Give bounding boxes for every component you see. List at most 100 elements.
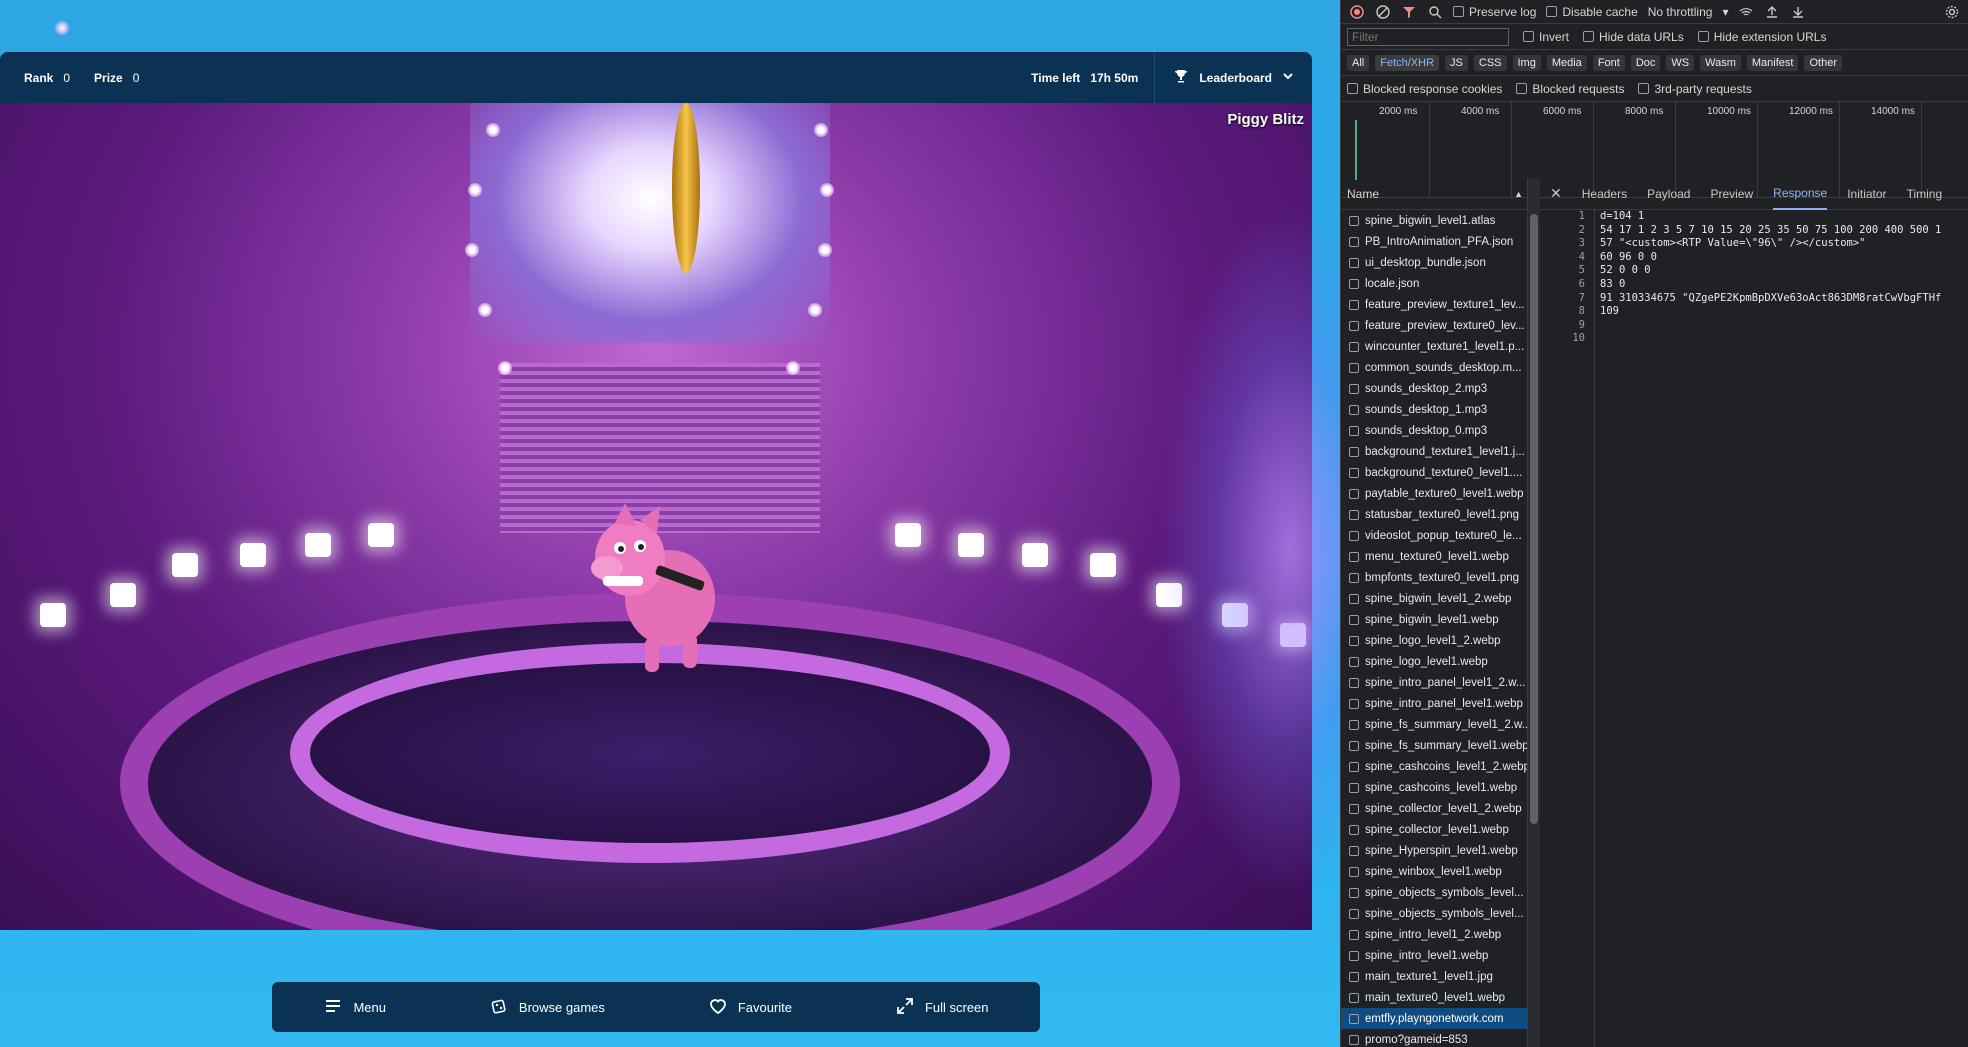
- type-filter-wasm[interactable]: Wasm: [1700, 54, 1741, 71]
- name-column-header[interactable]: Name ▲: [1341, 178, 1527, 210]
- type-filter-js[interactable]: JS: [1445, 54, 1468, 71]
- game-canvas[interactable]: Piggy Blitz: [0, 103, 1312, 930]
- request-row[interactable]: locale.json: [1341, 273, 1527, 294]
- request-row[interactable]: sounds_desktop_2.mp3: [1341, 378, 1527, 399]
- network-conditions-icon[interactable]: [1738, 4, 1754, 20]
- request-row[interactable]: spine_collector_level1.webp: [1341, 819, 1527, 840]
- timeline-tick-label: 10000 ms: [1707, 106, 1751, 117]
- request-row[interactable]: main_texture0_level1.webp: [1341, 987, 1527, 1008]
- stage-spotlight: [958, 533, 984, 557]
- tab-response[interactable]: Response: [1773, 178, 1828, 210]
- request-row[interactable]: menu_texture0_level1.webp: [1341, 546, 1527, 567]
- throttling-select[interactable]: No throttling ▾: [1648, 5, 1729, 19]
- type-filter-fetch-xhr[interactable]: Fetch/XHR: [1375, 54, 1440, 71]
- request-row[interactable]: spine_collector_level1_2.webp: [1341, 798, 1527, 819]
- fullscreen-button[interactable]: Full screen: [895, 996, 989, 1019]
- request-row[interactable]: spine_bigwin_level1.atlas: [1341, 210, 1527, 231]
- type-filter-all[interactable]: All: [1347, 54, 1370, 71]
- time-left-label: Time left: [1031, 70, 1081, 85]
- request-row[interactable]: background_texture1_level1.j...: [1341, 441, 1527, 462]
- request-list-scrollbar[interactable]: [1528, 178, 1540, 1047]
- filter-input[interactable]: [1347, 27, 1509, 46]
- blocked-response-cookies-checkbox[interactable]: Blocked response cookies: [1347, 82, 1502, 96]
- browse-games-button[interactable]: Browse games: [489, 996, 605, 1019]
- disable-cache-checkbox[interactable]: Disable cache: [1546, 5, 1638, 19]
- request-row[interactable]: spine_fs_summary_level1.webp: [1341, 735, 1527, 756]
- preserve-log-checkbox[interactable]: Preserve log: [1453, 5, 1536, 19]
- request-row[interactable]: bmpfonts_texture0_level1.png: [1341, 567, 1527, 588]
- request-list: spine_bigwin_level1.atlas PB_IntroAnimati…: [1341, 210, 1527, 1047]
- filter-funnel-icon[interactable]: [1401, 4, 1417, 20]
- response-viewer[interactable]: 1 2 3 4 5 6 7 8 9 10 d=104 1 54 17 1 2 3 5 7 10 15…: [1540, 210, 1968, 1047]
- line-number: 4: [1578, 250, 1585, 263]
- request-row[interactable]: spine_logo_level1_2.webp: [1341, 630, 1527, 651]
- close-icon[interactable]: ✕: [1550, 185, 1562, 202]
- invert-checkbox[interactable]: Invert: [1523, 30, 1569, 44]
- type-filter-media[interactable]: Media: [1546, 54, 1587, 71]
- request-row[interactable]: spine_Hyperspin_level1.webp: [1341, 840, 1527, 861]
- type-filter-other[interactable]: Other: [1804, 54, 1842, 71]
- response-line: 91 310334675 "QZgePE2KpmBpDXVe63oAct863D…: [1600, 291, 1942, 304]
- leaderboard-button[interactable]: Leaderboard: [1154, 52, 1312, 103]
- tab-headers[interactable]: Headers: [1582, 178, 1627, 210]
- record-stop-icon[interactable]: [1349, 4, 1365, 20]
- tab-timing[interactable]: Timing: [1907, 178, 1943, 210]
- request-row[interactable]: spine_intro_panel_level1.webp: [1341, 693, 1527, 714]
- menu-button[interactable]: Menu: [323, 996, 386, 1019]
- request-row[interactable]: common_sounds_desktop.m...: [1341, 357, 1527, 378]
- blocked-requests-checkbox[interactable]: Blocked requests: [1516, 82, 1624, 96]
- request-row[interactable]: spine_cashcoins_level1_2.webp: [1341, 756, 1527, 777]
- request-row[interactable]: feature_preview_texture1_lev...: [1341, 294, 1527, 315]
- type-filter-font[interactable]: Font: [1592, 54, 1625, 71]
- search-icon[interactable]: [1427, 4, 1443, 20]
- rank-stat: Rank 0: [24, 71, 70, 85]
- download-icon[interactable]: [1790, 4, 1806, 20]
- request-row[interactable]: sounds_desktop_1.mp3: [1341, 399, 1527, 420]
- type-filter-doc[interactable]: Doc: [1630, 54, 1661, 71]
- request-row[interactable]: spine_bigwin_level1_2.webp: [1341, 588, 1527, 609]
- request-row[interactable]: wincounter_texture1_level1.p...: [1341, 336, 1527, 357]
- checkbox-box: [1349, 362, 1359, 373]
- request-row[interactable]: promo?gameid=853: [1341, 1029, 1527, 1047]
- request-row[interactable]: feature_preview_texture0_lev...: [1341, 315, 1527, 336]
- light-bulb: [465, 243, 479, 257]
- type-filter-ws[interactable]: WS: [1666, 54, 1695, 71]
- upload-icon[interactable]: [1764, 4, 1780, 20]
- request-row[interactable]: ui_desktop_bundle.json: [1341, 252, 1527, 273]
- tab-preview[interactable]: Preview: [1710, 178, 1753, 210]
- request-row[interactable]: sounds_desktop_0.mp3: [1341, 420, 1527, 441]
- clear-icon[interactable]: [1375, 4, 1391, 20]
- request-row[interactable]: spine_logo_level1.webp: [1341, 651, 1527, 672]
- type-filter-img[interactable]: Img: [1512, 54, 1541, 71]
- hide-data-urls-checkbox[interactable]: Hide data URLs: [1583, 30, 1684, 44]
- request-row[interactable]: spine_intro_panel_level1_2.w...: [1341, 672, 1527, 693]
- request-row[interactable]: background_texture0_level1....: [1341, 462, 1527, 483]
- request-row[interactable]: spine_winbox_level1.webp: [1341, 861, 1527, 882]
- third-party-requests-checkbox[interactable]: 3rd-party requests: [1638, 82, 1752, 96]
- tab-initiator[interactable]: Initiator: [1847, 178, 1886, 210]
- request-row[interactable]: spine_intro_level1.webp: [1341, 945, 1527, 966]
- request-row[interactable]: spine_cashcoins_level1.webp: [1341, 777, 1527, 798]
- request-row[interactable]: PB_IntroAnimation_PFA.json: [1341, 231, 1527, 252]
- request-row[interactable]: spine_objects_symbols_level...: [1341, 882, 1527, 903]
- tab-payload[interactable]: Payload: [1647, 178, 1690, 210]
- scrollbar-thumb[interactable]: [1530, 214, 1538, 824]
- request-row[interactable]: spine_objects_symbols_level...: [1341, 903, 1527, 924]
- request-row[interactable]: emtfly.playngonetwork.com: [1341, 1008, 1527, 1029]
- checkbox-box: [1349, 1013, 1359, 1024]
- request-row[interactable]: spine_bigwin_level1.webp: [1341, 609, 1527, 630]
- request-row[interactable]: main_texture1_level1.jpg: [1341, 966, 1527, 987]
- request-row[interactable]: spine_fs_summary_level1_2.w...: [1341, 714, 1527, 735]
- request-row[interactable]: spine_intro_level1_2.webp: [1341, 924, 1527, 945]
- settings-gear-icon[interactable]: [1944, 4, 1960, 20]
- piggy-character: [585, 498, 725, 678]
- type-filter-css[interactable]: CSS: [1473, 54, 1507, 71]
- hide-extension-urls-checkbox[interactable]: Hide extension URLs: [1697, 30, 1826, 44]
- fullscreen-label: Full screen: [924, 999, 989, 1015]
- type-filter-manifest[interactable]: Manifest: [1746, 54, 1799, 71]
- favourite-button[interactable]: Favourite: [708, 996, 792, 1019]
- request-row[interactable]: paytable_texture0_level1.webp: [1341, 483, 1527, 504]
- request-row[interactable]: statusbar_texture0_level1.png: [1341, 504, 1527, 525]
- request-row[interactable]: videoslot_popup_texture0_le...: [1341, 525, 1527, 546]
- checkbox-box: [1349, 929, 1359, 940]
